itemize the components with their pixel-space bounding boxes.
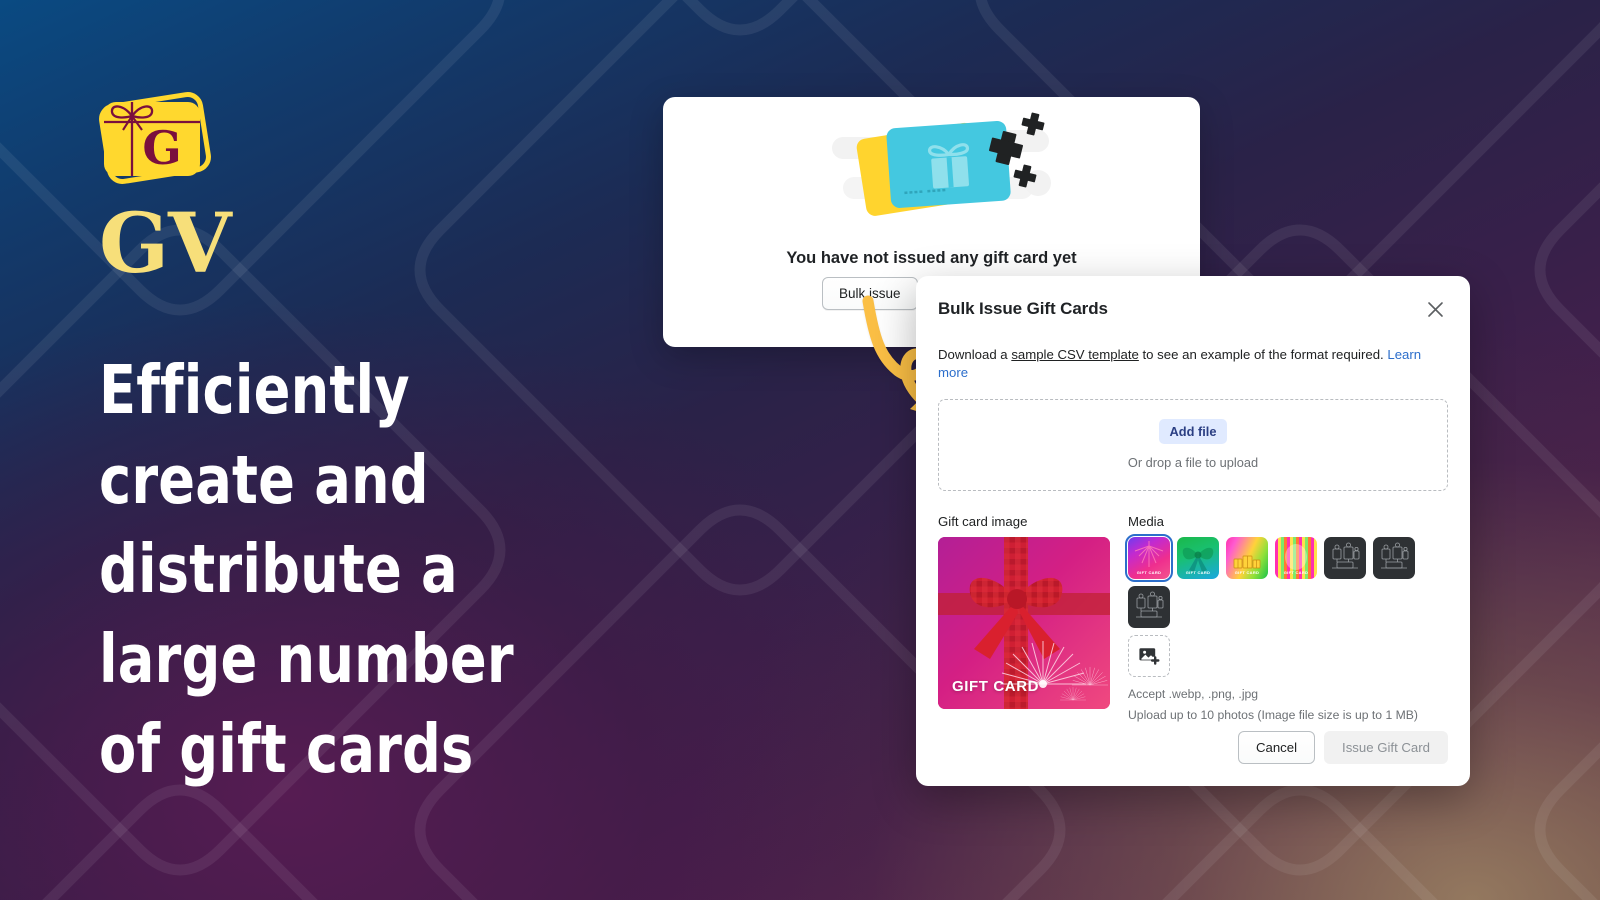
media-thumbnail-1[interactable]: GIFT CARD xyxy=(1125,533,1173,582)
media-thumbnail-6[interactable] xyxy=(1373,536,1415,579)
lineart-illustration xyxy=(1136,591,1164,618)
media-label: Media xyxy=(1128,513,1164,529)
media-thumbnail-4[interactable]: GIFT CARD xyxy=(1275,536,1317,579)
cancel-button[interactable]: Cancel xyxy=(1237,731,1316,764)
media-thumbnail-row: GIFT CARD GIFT CARD GIFT CARD GIFT CARD xyxy=(1125,533,1448,628)
thumbnail-caption: GIFT CARD xyxy=(1283,569,1309,575)
thumbnail-caption: GIFT CARD xyxy=(1185,569,1211,575)
csv-instruction: Download a sample CSV template to see an… xyxy=(938,346,1448,383)
csv-prefix: Download a xyxy=(938,347,1012,362)
media-accept-note: Accept .webp, .png, .jpg xyxy=(1128,686,1259,701)
modal-footer: Cancel Issue Gift Card xyxy=(916,731,1470,786)
gv-logo: G xyxy=(99,88,219,198)
file-dropzone[interactable]: Add file Or drop a file to upload xyxy=(938,398,1448,491)
media-thumbnail-3[interactable]: GIFT CARD xyxy=(1226,536,1268,579)
drop-hint-text: Or drop a file to upload xyxy=(1127,455,1259,471)
media-thumbnail-7[interactable] xyxy=(1128,585,1170,628)
thumbnail-caption: GIFT CARD xyxy=(1136,569,1162,575)
page-root: G GV Efficiently create and distribute a… xyxy=(0,0,1600,900)
lineart-illustration xyxy=(1332,542,1360,569)
bulk-issue-button[interactable]: Bulk issue xyxy=(822,277,918,310)
modal-body: Download a sample CSV template to see an… xyxy=(916,346,1470,722)
marketing-headline: Efficiently create and distribute a larg… xyxy=(99,350,514,788)
csv-middle: to see an example of the format required… xyxy=(1138,347,1388,362)
gift-card-image-label: Gift card image xyxy=(938,513,1028,529)
media-limit-note: Upload up to 10 photos (Image file size … xyxy=(1128,707,1418,722)
marketing-column: G GV Efficiently create and distribute a… xyxy=(99,88,619,795)
lineart-illustration xyxy=(1381,542,1409,569)
media-thumbnail-5[interactable] xyxy=(1324,536,1366,579)
gift-card-image-preview[interactable]: GIFT CARD xyxy=(938,536,1110,709)
logo-wordmark: GV xyxy=(99,196,232,292)
modal-title: Bulk Issue Gift Cards xyxy=(938,299,1108,318)
media-section: Gift card image GIFT CARD Media GIFT CAR… xyxy=(938,514,1448,722)
media-thumbnail-2[interactable]: GIFT CARD xyxy=(1177,536,1219,579)
logo-letter-g: G xyxy=(142,121,181,175)
issue-gift-card-button[interactable]: Issue Gift Card xyxy=(1324,731,1448,764)
close-icon[interactable] xyxy=(1422,296,1448,322)
add-photo-icon[interactable] xyxy=(1128,634,1170,677)
empty-state-title: You have not issued any gift card yet xyxy=(786,249,1077,267)
gift-card-ribbon-icon: G xyxy=(99,92,211,184)
bulk-issue-modal: Bulk Issue Gift Cards Download a sample … xyxy=(916,276,1470,786)
gift-cards-illustration xyxy=(663,103,1200,243)
sample-csv-template-link[interactable]: sample CSV template xyxy=(1011,347,1139,362)
modal-header: Bulk Issue Gift Cards xyxy=(916,276,1470,322)
thumbnail-caption: GIFT CARD xyxy=(1234,569,1260,575)
gift-card-preview-caption: GIFT CARD xyxy=(952,677,1040,695)
add-file-button[interactable]: Add file xyxy=(1158,419,1228,445)
gift-card-image-field: Gift card image GIFT CARD xyxy=(938,514,1110,722)
media-field: Media GIFT CARD GIFT CARD GIFT CARD GIFT CA… xyxy=(1125,513,1448,722)
